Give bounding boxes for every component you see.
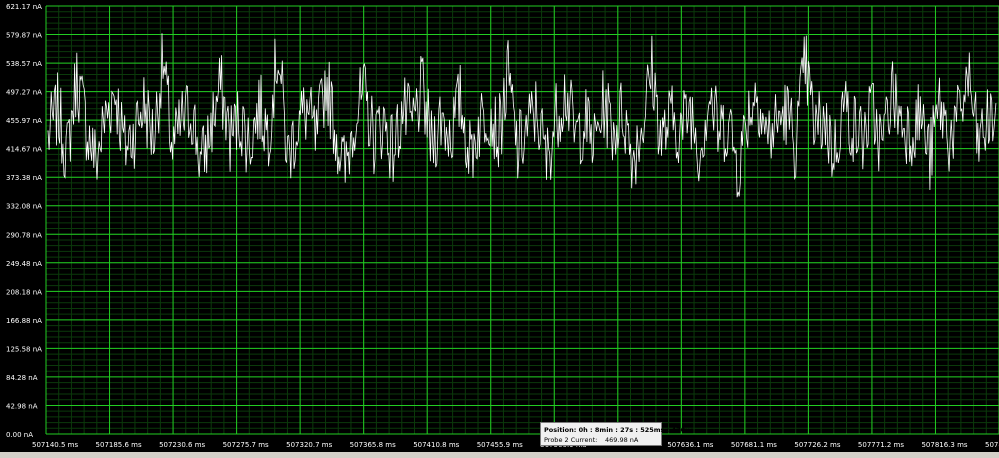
position-tooltip: Position: 0h : 8min : 27s : 525ms : 470µ…	[540, 422, 694, 446]
y-tick-label: 290.78 nA	[6, 231, 42, 239]
y-tick-label: 579.87 nA	[6, 32, 42, 40]
chart-canvas[interactable]: 621.17 nA 579.87 nA 538.57 nA 497.27 nA 455.…	[0, 0, 999, 458]
y-tick-label: 166.88 nA	[6, 317, 42, 325]
y-tick-label: 497.27 nA	[6, 89, 42, 97]
x-tick-label: 507230.6 ms	[159, 441, 205, 449]
y-tick-label: 414.67 nA	[6, 146, 42, 154]
x-tick-label: 507140.5 ms	[32, 441, 78, 449]
y-tick-label: 249.48 nA	[6, 260, 42, 268]
oscilloscope-chart[interactable]: 621.17 nA 579.87 nA 538.57 nA 497.27 nA 455.…	[0, 0, 999, 458]
y-axis-ticks: 621.17 nA 579.87 nA 538.57 nA 497.27 nA 455.…	[6, 3, 42, 439]
tooltip-probe-label: Probe 2 Current:	[544, 436, 598, 444]
x-tick-label: 507636.1 ms	[667, 441, 713, 449]
y-tick-label: 42.98 nA	[6, 402, 38, 410]
major-grid	[45, 5, 999, 435]
y-tick-label: 621.17 nA	[6, 3, 42, 11]
minor-grid	[45, 5, 999, 434]
x-tick-label: 507320.7 ms	[286, 441, 332, 449]
y-tick-label: 455.97 nA	[6, 117, 42, 125]
y-tick-label: 125.58 nA	[6, 345, 42, 353]
x-tick-label: 507275.7 ms	[223, 441, 269, 449]
y-tick-label: 538.57 nA	[6, 60, 42, 68]
x-axis-ticks: 507140.5 ms 507185.6 ms 507230.6 ms 507275.…	[32, 441, 999, 449]
y-tick-label: 84.28 nA	[6, 374, 38, 382]
x-tick-label: 507410.8 ms	[413, 441, 459, 449]
x-tick-label: 507816.3 ms	[921, 441, 967, 449]
x-tick-label: 507771.2 ms	[858, 441, 904, 449]
x-tick-label: 507681.1 ms	[731, 441, 777, 449]
tooltip-probe-value: 469.98 nA	[605, 436, 639, 444]
x-tick-label: 507185.6 ms	[96, 441, 142, 449]
x-tick-label: 507861.3 ms	[985, 441, 999, 449]
x-tick-label: 507726.2 ms	[794, 441, 840, 449]
y-tick-label: 332.08 nA	[6, 203, 42, 211]
y-tick-label: 373.38 nA	[6, 174, 42, 182]
window-bottom-edge	[0, 452, 999, 458]
x-tick-label: 507455.9 ms	[477, 441, 523, 449]
tooltip-position: Position: 0h : 8min : 27s : 525ms : 470µ…	[544, 426, 694, 434]
x-tick-label: 507365.8 ms	[350, 441, 396, 449]
y-tick-label: 208.18 nA	[6, 288, 42, 296]
y-tick-label: 0.00 nA	[6, 431, 33, 439]
